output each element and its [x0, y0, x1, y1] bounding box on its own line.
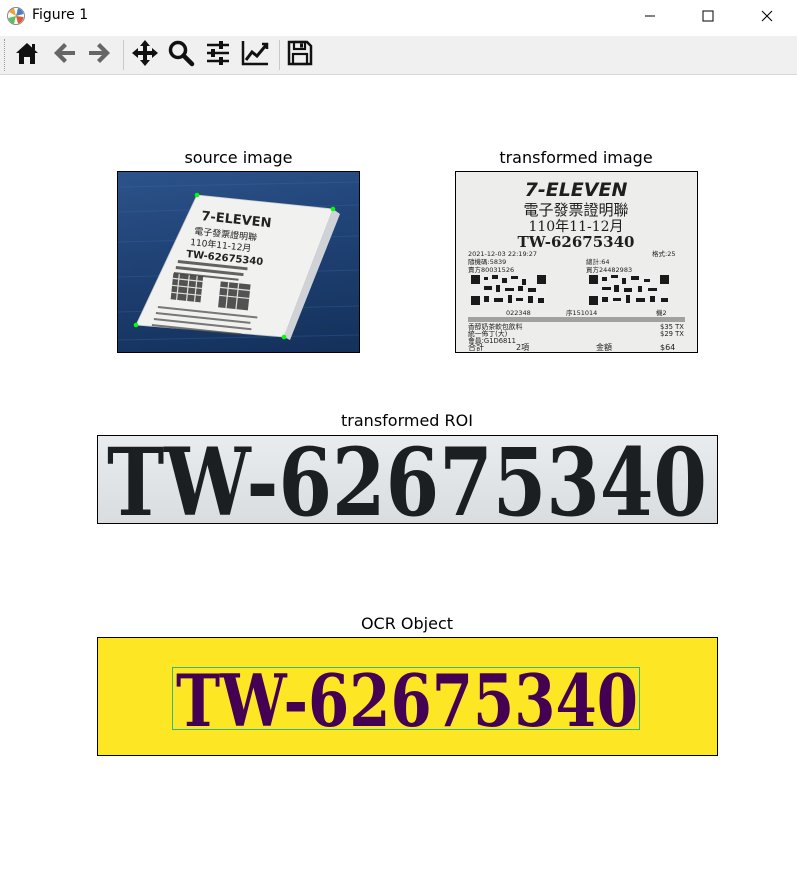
- arrow-right-icon: [86, 39, 114, 71]
- customize-button[interactable]: [238, 39, 272, 71]
- title-bar: Figure 1: [0, 0, 797, 33]
- forward-button[interactable]: [83, 39, 117, 71]
- receipt-seller: 賣方80031526: [468, 265, 514, 274]
- arrow-left-icon: [50, 39, 78, 71]
- line-chart-icon: [240, 39, 270, 71]
- minimize-button[interactable]: [621, 0, 679, 33]
- receipt-machine: 機2: [656, 308, 667, 317]
- minimize-icon: [644, 7, 656, 26]
- save-icon: [286, 39, 314, 71]
- sliders-icon: [204, 39, 232, 71]
- receipt-buyer: 買方24482983: [586, 265, 632, 274]
- roi-image: TW-62675340: [107, 436, 707, 523]
- window-title: Figure 1: [32, 7, 89, 23]
- transformed-image-axes[interactable]: 7-ELEVEN 電子發票證明聯 110年11-12月 TW-62675340 …: [455, 171, 698, 353]
- matplotlib-icon: [6, 6, 26, 26]
- home-icon: [13, 39, 41, 71]
- receipt-datetime: 2021-12-03 22:19:27: [468, 250, 537, 258]
- receipt-invoice: TW-62675340: [518, 233, 635, 251]
- qr-codes: [471, 275, 669, 305]
- receipt-amount-label: 金額: [596, 342, 612, 352]
- roi-text: TW-62675340: [107, 436, 707, 523]
- maximize-button[interactable]: [679, 0, 737, 33]
- source-image-axes[interactable]: 7-ELEVEN 電子發票證明聯 110年11-12月 TW-62675340: [117, 171, 360, 353]
- magnifier-icon: [167, 39, 195, 71]
- subplots-button[interactable]: [201, 39, 235, 71]
- roi-title: transformed ROI: [341, 411, 473, 430]
- receipt-item2-price: $29 TX: [660, 330, 684, 338]
- navigation-toolbar: [0, 36, 797, 75]
- close-button[interactable]: [738, 0, 796, 33]
- source-image-title: source image: [184, 148, 293, 167]
- toolbar-separator: [279, 40, 280, 70]
- roi-axes[interactable]: TW-62675340: [97, 435, 718, 524]
- toolbar-separator: [123, 40, 124, 70]
- ocr-title: OCR Object: [360, 614, 454, 633]
- receipt-rand: 隨機碼:5839: [468, 257, 506, 266]
- receipt-total-amount: $64: [660, 343, 675, 352]
- receipt-total-short: 總計:64: [586, 257, 609, 266]
- move-icon: [130, 38, 160, 72]
- source-photo: 7-ELEVEN 電子發票證明聯 110年11-12月 TW-62675340: [118, 172, 359, 352]
- toolbar-grip[interactable]: [4, 39, 7, 71]
- zoom-button[interactable]: [164, 39, 198, 71]
- back-button[interactable]: [47, 39, 81, 71]
- receipt-brand: 7-ELEVEN: [525, 179, 628, 201]
- close-icon: [761, 7, 773, 26]
- receipt-line1: 電子發票證明聯: [523, 201, 628, 219]
- receipt-total-items: 2項: [516, 343, 529, 352]
- transformed-image-title: transformed image: [499, 148, 653, 167]
- receipt-store-no: 022348: [506, 309, 531, 317]
- pan-button[interactable]: [128, 39, 162, 71]
- save-button[interactable]: [283, 39, 317, 71]
- home-button[interactable]: [10, 39, 44, 71]
- ocr-image: TW-62675340: [176, 658, 638, 743]
- receipt-format: 格式:25: [652, 249, 675, 258]
- receipt-total-label: 合計: [468, 342, 484, 352]
- receipt-seq: 序151014: [566, 308, 597, 317]
- ocr-axes[interactable]: TW-62675340: [97, 637, 718, 756]
- maximize-icon: [702, 7, 714, 26]
- ocr-text: TW-62675340: [176, 658, 638, 743]
- transformed-receipt: 7-ELEVEN 電子發票證明聯 110年11-12月 TW-62675340 …: [468, 179, 685, 352]
